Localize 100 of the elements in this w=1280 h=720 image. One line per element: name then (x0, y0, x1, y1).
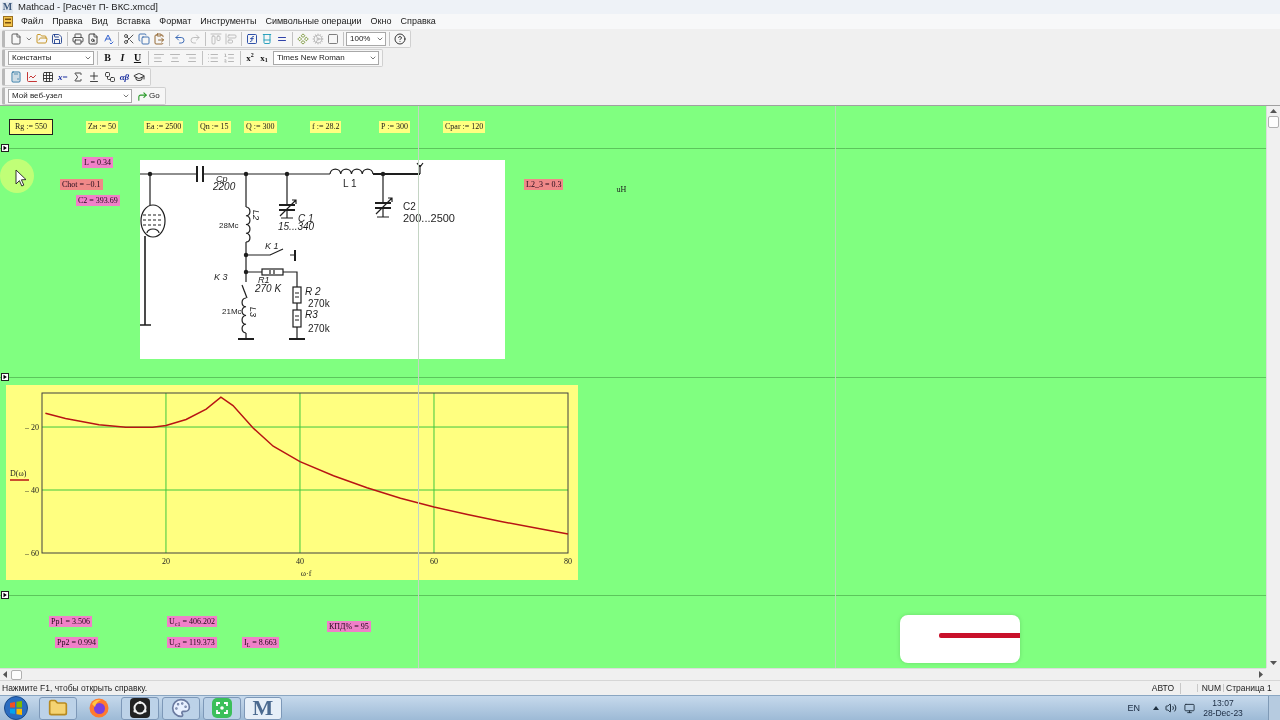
component-label: K 1 (265, 241, 279, 251)
cut-icon[interactable] (122, 33, 135, 45)
triangle-marker-icon[interactable] (1, 144, 9, 152)
start-button[interactable] (2, 696, 30, 720)
taskbar-button[interactable] (121, 696, 159, 720)
font-select[interactable]: Times New Roman (273, 51, 379, 65)
flowchart-icon[interactable] (103, 71, 116, 83)
help-icon[interactable] (393, 33, 406, 45)
graph-icon[interactable] (26, 71, 38, 83)
triangle-marker-icon[interactable] (1, 591, 9, 599)
bold-button[interactable]: B (100, 51, 115, 65)
folder-icon (48, 698, 68, 718)
superscript-button[interactable]: x$^{2}$ (243, 51, 257, 65)
menu-item[interactable]: Формат (159, 17, 192, 26)
tick-label: 20 (161, 557, 170, 566)
print-preview-icon[interactable] (86, 33, 99, 45)
caret-icon (369, 54, 377, 62)
scroll-left-icon[interactable] (3, 671, 7, 678)
menu-item[interactable]: Правка (52, 17, 83, 26)
scroll-right-icon[interactable] (1259, 671, 1263, 678)
address-select[interactable]: Мой веб-узел (8, 89, 132, 103)
tick-label: – 40 (25, 486, 39, 495)
menu-item[interactable]: Файл (21, 17, 44, 26)
sigma-icon[interactable] (71, 71, 84, 83)
menu-item[interactable]: Инструменты (200, 17, 257, 26)
paste-icon[interactable] (152, 33, 165, 45)
component-label: R1 (258, 275, 270, 285)
underline-button[interactable]: U (130, 51, 145, 65)
go-button[interactable]: Go (137, 89, 162, 103)
triangle-up-icon[interactable] (1153, 706, 1159, 710)
result-value: L2_3 = 0.3 (524, 179, 564, 190)
clock-date[interactable]: 28-Dec-23 (1203, 709, 1243, 718)
tick-label: – 60 (25, 549, 39, 558)
component-label: 200...2500 (403, 212, 455, 224)
menu-item[interactable]: Вставка (116, 17, 151, 26)
definition: Ea := 2500 (144, 121, 184, 133)
menu-item[interactable]: Символьные операции (265, 17, 362, 26)
scroll-thumb[interactable] (11, 669, 22, 680)
subscript-button[interactable]: x$_{1}$ (257, 51, 271, 65)
graduation-cap-icon[interactable] (133, 71, 146, 83)
speaker-icon[interactable] (1165, 702, 1177, 714)
mathcad-taskbar-button[interactable]: M (244, 696, 282, 720)
tick-label: 60 (430, 557, 438, 566)
capture-icon (212, 698, 232, 718)
undo-icon[interactable] (173, 33, 186, 45)
style-select[interactable]: Константы (8, 51, 94, 65)
scroll-down-icon[interactable] (1270, 661, 1277, 665)
component-label: C2 (403, 201, 416, 212)
scroll-thumb[interactable] (1268, 116, 1279, 128)
tick-label: – 20 (25, 423, 39, 432)
printer-icon[interactable] (71, 33, 84, 45)
unit-label: uH (616, 185, 627, 195)
status-label: NUM (1197, 683, 1223, 693)
monitor-icon[interactable] (1184, 702, 1195, 714)
component-label: R3 (305, 309, 318, 320)
scroll-up-icon[interactable] (1270, 109, 1277, 113)
caret-icon (84, 54, 92, 62)
caret-icon (376, 35, 384, 43)
greek-button[interactable]: αβ (118, 70, 131, 84)
clock-time[interactable]: 13:07 (1212, 698, 1234, 707)
save-icon[interactable] (50, 33, 63, 45)
mouse-cursor-icon (0, 158, 36, 194)
menu-item[interactable]: Вид (91, 17, 108, 26)
language-indicator[interactable]: EN (1127, 703, 1140, 713)
component-label: Cp (216, 174, 228, 184)
square-icon[interactable] (326, 33, 339, 45)
arrow-icon (137, 90, 148, 102)
calculator-icon[interactable] (10, 71, 22, 83)
caret-icon[interactable] (24, 35, 33, 43)
component-label: 21Mc (222, 307, 242, 316)
horizontal-scrollbar[interactable] (0, 668, 1266, 680)
plus-minus-icon[interactable] (87, 71, 100, 83)
definition: P := 300 (379, 121, 410, 133)
evaluation-button[interactable]: x= (57, 70, 69, 84)
new-document-icon[interactable] (9, 33, 22, 45)
document-icon[interactable] (3, 16, 13, 27)
zoom-select[interactable]: 100% (346, 32, 386, 46)
function-icon[interactable] (245, 33, 258, 45)
component-label: 270 K (255, 283, 282, 294)
component-label: 28Mc (219, 221, 239, 230)
component-label: K 3 (214, 272, 228, 282)
legend-line (9, 479, 30, 481)
definition: Qn := 15 (198, 121, 231, 133)
matrix-icon[interactable] (42, 71, 54, 83)
definition: Rg := 550 (9, 119, 54, 135)
ring-app-icon (130, 698, 150, 718)
vertical-scrollbar[interactable] (1266, 106, 1280, 668)
result-value: U$_{c2}$ = 119.373 (167, 637, 217, 648)
diamonds-icon[interactable] (296, 33, 309, 45)
component-label: L2 (251, 210, 261, 220)
app-logo: M (2, 1, 13, 13)
definition: Zн := 50 (86, 121, 118, 133)
definition: Cpar := 120 (443, 121, 486, 133)
result-value: Pp1 = 3.506 (49, 616, 92, 627)
menu-item[interactable]: Окно (370, 17, 392, 26)
result-value: C2 = 393.69 (76, 195, 120, 206)
menu-item[interactable]: Справка (400, 17, 436, 26)
triangle-marker-icon[interactable] (1, 373, 9, 381)
italic-button[interactable]: I (115, 51, 130, 65)
definition: Q := 300 (244, 121, 277, 133)
